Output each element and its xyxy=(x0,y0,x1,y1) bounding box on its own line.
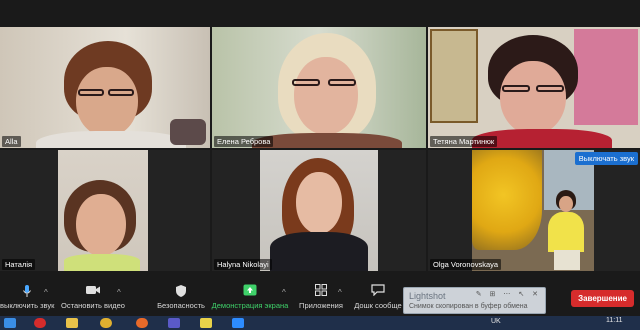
end-meeting-button[interactable]: Завершение xyxy=(571,290,634,307)
folder-icon[interactable] xyxy=(66,318,78,328)
chrome-icon[interactable] xyxy=(100,318,112,328)
share-screen-button[interactable]: Демонстрация экрана xyxy=(210,284,290,310)
unmute-participant-button[interactable]: Выключать звук xyxy=(574,152,638,165)
pink-wall-art xyxy=(574,29,638,125)
clock-time[interactable]: 11:11 xyxy=(606,317,622,324)
notification-title: Lightshot xyxy=(409,291,446,301)
video-tile-alla[interactable]: Alla xyxy=(0,27,210,148)
notification-message: Снимок скопирован в буфер обмена xyxy=(409,303,528,310)
chevron-up-icon[interactable]: ^ xyxy=(282,288,286,297)
chevron-up-icon[interactable]: ^ xyxy=(44,288,48,297)
zoom-meeting-window: Alla Елена Реброва Тетяна Мартинюк Натал… xyxy=(0,0,640,330)
video-tile-tetiana-martyniuk[interactable]: Тетяна Мартинюк xyxy=(428,27,640,148)
video-tile-olga-voronovskaya[interactable]: Выключать звук Olga Voronovskaya xyxy=(428,150,640,271)
chat-icon xyxy=(350,284,406,298)
chevron-up-icon[interactable]: ^ xyxy=(117,288,121,297)
participant-name: Тетяна Мартинюк xyxy=(430,136,498,147)
embroidery-picture xyxy=(430,29,478,123)
opera-icon[interactable] xyxy=(34,318,46,328)
video-tile-halyna-nikolayi[interactable]: Halyna Nikolayi xyxy=(212,150,426,271)
top-bar xyxy=(0,0,640,26)
security-button[interactable]: Безопасность xyxy=(154,284,208,310)
participant-name: Елена Реброва xyxy=(214,136,274,147)
chat-button[interactable]: Дошк сообще xyxy=(350,284,406,310)
video-tile-elena-rebrova[interactable]: Елена Реброва xyxy=(212,27,426,148)
start-icon[interactable] xyxy=(4,318,16,328)
video-tile-nataliia[interactable]: Наталія xyxy=(0,150,210,271)
keyboard-language[interactable]: UK xyxy=(491,318,501,325)
participant-name: Наталія xyxy=(2,259,36,270)
share-screen-icon xyxy=(210,284,290,298)
participant-name: Olga Voronovskaya xyxy=(430,259,502,270)
trousers xyxy=(554,250,580,270)
cushion xyxy=(170,119,206,145)
shield-icon xyxy=(154,284,208,298)
firefox-icon[interactable] xyxy=(136,318,148,328)
teams-icon[interactable] xyxy=(168,318,180,328)
chevron-up-icon[interactable]: ^ xyxy=(338,288,342,297)
forsythia-bush xyxy=(472,150,542,250)
zoom-icon[interactable] xyxy=(232,318,244,328)
notification-controls[interactable]: ✎ ⊞ ⋯ ↖ ✕ xyxy=(476,290,541,298)
participant-name: Halyna Nikolayi xyxy=(214,259,272,270)
lightshot-notification[interactable]: Lightshot ✎ ⊞ ⋯ ↖ ✕ Снимок скопирован в … xyxy=(403,287,546,314)
os-taskbar: UK 11:11 xyxy=(0,316,640,330)
participant-name: Alla xyxy=(2,136,21,147)
app-icon[interactable] xyxy=(200,318,212,328)
